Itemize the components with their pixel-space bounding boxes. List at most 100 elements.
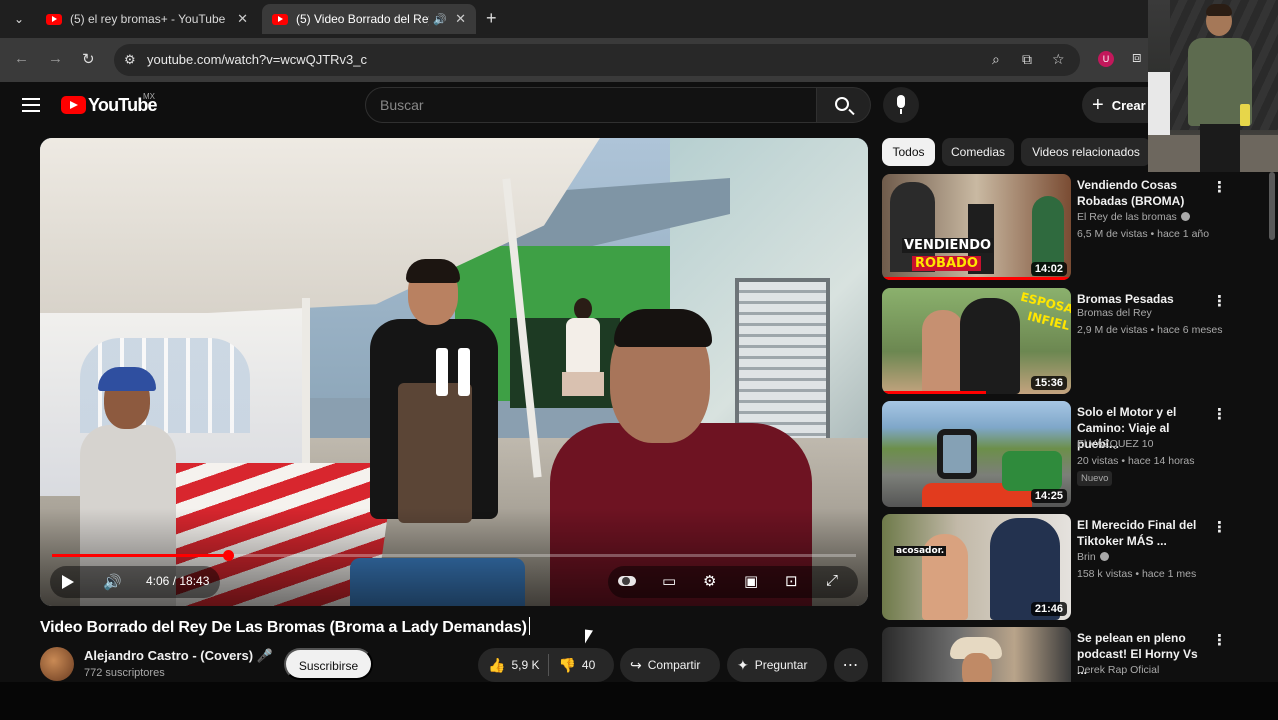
recommendation-item[interactable]: acosador. 21:46 El Merecido Final del Ti…	[882, 514, 1267, 622]
progress-scrubber[interactable]	[223, 550, 235, 561]
recommendation-title[interactable]: Bromas Pesadas	[1077, 291, 1205, 307]
verified-icon	[1180, 212, 1190, 221]
more-vertical-icon[interactable]: ⋮	[1212, 631, 1227, 649]
channel-name[interactable]: Alejandro Castro - (Covers) 🎤	[84, 648, 273, 664]
subscriber-count: 772 suscriptores	[84, 667, 165, 679]
search-input[interactable]	[380, 88, 800, 122]
subtitles-icon[interactable]: ▭	[662, 572, 676, 590]
subscribe-button[interactable]: Suscribirse	[284, 648, 373, 680]
more-vertical-icon[interactable]: ⋮	[1212, 518, 1227, 536]
forward-arrow-icon[interactable]: →	[48, 50, 63, 67]
recommendation-channel[interactable]: El Rey de las bromas	[1077, 211, 1190, 223]
watched-progress	[882, 277, 1071, 280]
video-thumbnail[interactable]: ESPOSA INFIEL 15:36	[882, 288, 1071, 394]
share-arrow-icon: ↪	[630, 656, 642, 673]
video-frame-pole	[302, 298, 310, 488]
site-info-icon[interactable]: ⚙	[124, 52, 136, 68]
cast-icon[interactable]: ⊡	[785, 572, 798, 590]
volume-icon[interactable]: 🔊	[103, 573, 122, 591]
recommendation-channel[interactable]: Brin	[1077, 551, 1109, 563]
tab-title: (5) Video Borrado del Rey D	[296, 12, 429, 26]
microphone-icon	[897, 95, 905, 114]
extensions-puzzle-icon[interactable]: ⧈	[1132, 49, 1142, 66]
progress-bar[interactable]	[52, 550, 856, 561]
browser-tab-2[interactable]: (5) Video Borrado del Rey D 🔊 ✕	[262, 4, 476, 34]
text-caret	[528, 617, 530, 635]
profile-avatar[interactable]: U	[1098, 51, 1114, 67]
ask-button[interactable]: ✦ Preguntar	[727, 648, 827, 682]
more-vertical-icon[interactable]: ⋮	[1212, 292, 1227, 310]
region-code: MX	[143, 92, 155, 101]
recommendation-title[interactable]: El Merecido Final del Tiktoker MÁS ...	[1077, 517, 1205, 549]
youtube-favicon	[272, 13, 288, 25]
video-thumbnail[interactable]	[882, 627, 1071, 682]
theater-mode-icon[interactable]: ▣	[744, 572, 758, 590]
install-app-icon[interactable]: ⧉	[1022, 51, 1032, 68]
recommendation-item[interactable]: ESPOSA INFIEL 15:36 Bromas Pesadas Broma…	[882, 288, 1267, 396]
close-icon[interactable]: ✕	[237, 11, 248, 27]
back-arrow-icon[interactable]: ←	[14, 50, 29, 67]
thumbnail-caption: acosador.	[894, 546, 947, 556]
browser-tab-1[interactable]: (5) el rey bromas+ - YouTube ✕	[36, 4, 258, 34]
right-controls-pill	[608, 566, 858, 598]
reload-icon[interactable]: ↻	[82, 50, 95, 68]
video-thumbnail[interactable]: 14:25	[882, 401, 1071, 507]
address-bar[interactable]: ⚙ youtube.com/watch?v=wcwQJTRv3_c ⌕ ⧉ ☆	[114, 44, 1080, 76]
thumbs-down-icon[interactable]: 👎	[558, 657, 575, 674]
pause-icon[interactable]	[436, 348, 472, 396]
fullscreen-icon[interactable]: ⤢	[826, 572, 838, 589]
voice-search-button[interactable]	[883, 87, 919, 123]
tab-search-chevron-icon[interactable]: ⌄	[8, 8, 30, 30]
recommendation-channel[interactable]: El VÁZQUEZ 10	[1077, 438, 1153, 450]
close-icon[interactable]: ✕	[455, 11, 466, 27]
share-button[interactable]: ↪ Compartir	[620, 648, 720, 682]
like-dislike-group: 👍 5,9 K 👎 40	[478, 648, 614, 682]
search-icon	[835, 97, 849, 111]
video-duration: 14:02	[1030, 262, 1067, 276]
autoplay-toggle[interactable]	[618, 576, 636, 586]
more-actions-button[interactable]: ⋯	[834, 648, 868, 682]
bookmark-star-icon[interactable]: ☆	[1052, 51, 1065, 68]
play-icon[interactable]	[62, 575, 74, 589]
video-duration: 15:36	[1030, 376, 1067, 390]
bottom-strip	[0, 682, 1278, 720]
chip-comedias[interactable]: Comedias	[942, 138, 1014, 166]
more-vertical-icon[interactable]: ⋮	[1212, 178, 1227, 196]
new-tab-plus-icon[interactable]: +	[486, 8, 497, 29]
like-count[interactable]: 5,9 K	[511, 658, 539, 672]
video-player[interactable]: 🔊 4:06 / 18:43 ▭ ⚙ ▣ ⊡ ⤢	[40, 138, 868, 606]
dislike-count[interactable]: 40	[582, 658, 595, 672]
video-thumbnail[interactable]: VENDIENDO ROBADO 14:02	[882, 174, 1071, 280]
recommendation-title[interactable]: Vendiendo Cosas Robadas (BROMA)	[1077, 177, 1205, 209]
recommendation-item[interactable]: 14:25 Solo el Motor y el Camino: Viaje a…	[882, 401, 1267, 509]
search-box[interactable]	[365, 87, 817, 123]
search-button[interactable]	[817, 87, 871, 123]
zoom-icon[interactable]: ⌕	[992, 51, 1000, 68]
menu-icon[interactable]	[22, 98, 40, 112]
page-scrollbar[interactable]	[1269, 172, 1275, 240]
thumbs-up-icon[interactable]: 👍	[488, 657, 505, 674]
url-text[interactable]: youtube.com/watch?v=wcwQJTRv3_c	[147, 52, 367, 67]
new-badge: Nuevo	[1077, 471, 1113, 486]
video-duration: 21:46	[1030, 602, 1067, 616]
settings-gear-icon[interactable]: ⚙	[703, 572, 716, 590]
video-title: Video Borrado del Rey De Las Bromas (Bro…	[40, 617, 530, 637]
mouse-cursor	[585, 629, 593, 645]
recommendation-item[interactable]: VENDIENDO ROBADO 14:02 Vendiendo Cosas R…	[882, 174, 1267, 282]
recommendation-channel[interactable]: Derek Rap Oficial	[1077, 664, 1159, 676]
verified-icon	[1099, 552, 1109, 561]
recommendation-item[interactable]: Se pelean en pleno podcast! El Horny Vs …	[882, 627, 1267, 682]
speaker-icon[interactable]: 🔊	[433, 13, 447, 26]
youtube-logo-icon[interactable]	[61, 96, 86, 114]
time-display: 4:06 / 18:43	[146, 574, 210, 588]
more-vertical-icon[interactable]: ⋮	[1212, 405, 1227, 423]
webcam-overlay	[1148, 0, 1278, 172]
thumbnail-caption: VENDIENDO	[902, 238, 994, 253]
browser-toolbar: ← → ↻ ⚙ youtube.com/watch?v=wcwQJTRv3_c …	[0, 38, 1278, 82]
youtube-header: YouTube MX + Crear	[0, 82, 1278, 128]
channel-avatar[interactable]	[40, 647, 74, 681]
chip-todos[interactable]: Todos	[882, 138, 935, 166]
recommendation-channel[interactable]: Bromas del Rey	[1077, 307, 1152, 319]
video-thumbnail[interactable]: acosador. 21:46	[882, 514, 1071, 620]
chip-videos-relacionados[interactable]: Videos relacionados	[1021, 138, 1151, 166]
